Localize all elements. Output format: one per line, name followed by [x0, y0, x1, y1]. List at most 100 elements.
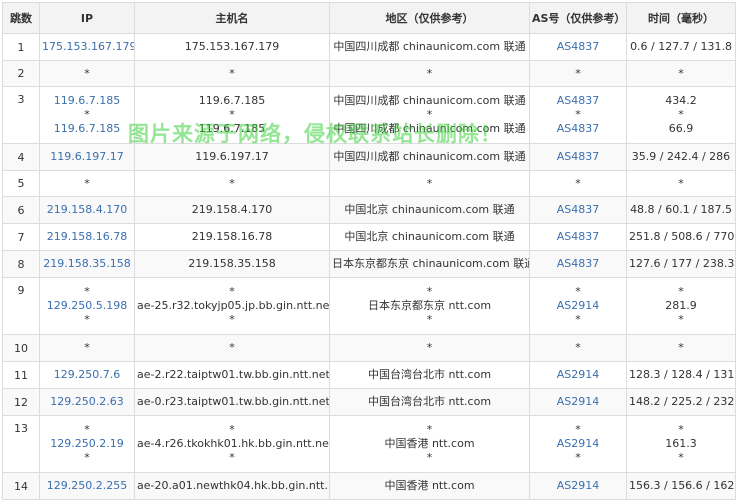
as-cell: * AS2914 *	[529, 415, 627, 473]
ip-cell-value: *	[84, 176, 90, 190]
hop-cell: 14	[2, 472, 40, 500]
region-cell: 日本东京都东京 chinaunicom.com 联通	[329, 250, 530, 278]
as-cell-value[interactable]: AS2914	[532, 479, 624, 493]
ip-cell: *	[39, 334, 135, 362]
region-cell: 中国四川成都 chinaunicom.com 联通	[329, 143, 530, 171]
ip-cell-value[interactable]: 119.6.7.185	[42, 122, 132, 136]
as-cell: AS2914	[529, 361, 627, 389]
hostname-cell-value: *	[229, 108, 235, 121]
ip-cell-value[interactable]: 129.250.2.255	[42, 479, 132, 493]
region-cell: *	[329, 60, 530, 87]
ip-cell-value[interactable]: 219.158.4.170	[42, 203, 132, 217]
header-hostname: 主机名	[134, 2, 330, 34]
as-cell-value[interactable]: AS2914	[532, 395, 624, 409]
as-cell-value[interactable]: AS4837	[532, 150, 624, 164]
region-cell-value: 中国香港 ntt.com	[384, 479, 475, 492]
header-time: 时间（毫秒）	[626, 2, 736, 34]
time-cell-value: *	[678, 341, 684, 354]
as-cell-value[interactable]: AS2914	[532, 437, 624, 451]
region-cell: * 中国香港 ntt.com *	[329, 415, 530, 473]
region-cell-value: 中国四川成都 chinaunicom.com 联通	[333, 122, 526, 135]
as-cell-value[interactable]: AS4837	[532, 40, 624, 54]
table-row: 5 * * * * *	[2, 170, 736, 197]
hostname-cell: 175.153.167.179	[134, 33, 330, 61]
hop-cell: 13	[2, 415, 40, 473]
time-cell: 0.6 / 127.7 / 131.8	[626, 33, 736, 61]
ip-cell-value[interactable]: 129.250.2.63	[42, 395, 132, 409]
as-cell-value: *	[575, 66, 581, 80]
time-cell: *	[626, 334, 736, 362]
as-cell-value[interactable]: AS4837	[532, 203, 624, 217]
hostname-cell: *	[134, 170, 330, 197]
ip-cell: 129.250.2.63	[39, 388, 135, 416]
ip-cell-value: *	[84, 285, 90, 298]
ip-cell-value[interactable]: 175.153.167.179	[42, 40, 134, 54]
ip-cell-value[interactable]: 119.6.7.185	[42, 94, 132, 108]
time-cell-value: 161.3	[665, 437, 697, 450]
hop-cell: 8	[2, 250, 40, 278]
time-cell-value: 0.6 / 127.7 / 131.8	[630, 40, 732, 53]
region-cell: * 日本东京都东京 ntt.com *	[329, 277, 530, 335]
time-cell-value: 156.3 / 156.6 / 162.3	[629, 479, 736, 492]
as-cell-value[interactable]: AS4837	[532, 94, 624, 108]
table-row: 13 * 129.250.2.19 * * ae-4.r26.tkokhk01.hk.bb…	[2, 415, 736, 473]
hostname-cell-value: *	[229, 66, 235, 80]
ip-cell-value[interactable]: 119.6.197.17	[42, 150, 132, 164]
ip-cell-value[interactable]: 129.250.5.198	[42, 299, 132, 313]
region-cell-value: *	[426, 176, 433, 190]
ip-cell-value: *	[84, 66, 90, 80]
as-cell-value: *	[575, 285, 581, 298]
as-cell: *	[529, 170, 627, 197]
as-cell: AS2914	[529, 388, 627, 416]
time-cell: 156.3 / 156.6 / 162.3	[626, 472, 736, 500]
hop-cell: 9	[2, 277, 40, 335]
hostname-cell-value: ae-0.r23.taiptw01.tw.bb.gin.ntt.net	[137, 395, 330, 408]
as-cell-value: *	[575, 108, 581, 121]
ip-cell-value[interactable]: 219.158.35.158	[42, 257, 132, 271]
region-cell: 中国北京 chinaunicom.com 联通	[329, 196, 530, 224]
table-row: 2 * * * * *	[2, 60, 736, 87]
time-cell-value: *	[678, 451, 684, 464]
table-row: 6 219.158.4.170 219.158.4.170 中国北京 chinauni…	[2, 196, 736, 224]
region-cell-value: 中国北京 chinaunicom.com 联通	[344, 230, 515, 243]
hostname-cell-value: ae-20.a01.newthk04.hk.bb.gin.ntt.net	[137, 479, 330, 492]
as-cell-value: *	[575, 423, 581, 436]
time-cell: 128.3 / 128.4 / 131.8	[626, 361, 736, 389]
hostname-cell-value: 219.158.4.170	[191, 203, 273, 216]
ip-cell-value[interactable]: 129.250.2.19	[42, 437, 132, 451]
hostname-cell: *	[134, 334, 330, 362]
region-cell-value: 日本东京都东京 ntt.com	[367, 299, 492, 312]
as-cell: AS4837	[529, 223, 627, 251]
as-cell-value[interactable]: AS4837	[532, 230, 624, 244]
as-cell-value[interactable]: AS4837	[532, 122, 624, 136]
as-cell: AS2914	[529, 472, 627, 500]
region-cell-value: 中国四川成都 chinaunicom.com 联通	[333, 94, 526, 107]
ip-cell-value[interactable]: 129.250.7.6	[42, 368, 132, 382]
time-cell-value: *	[678, 66, 684, 80]
time-cell-value: 128.3 / 128.4 / 131.8	[629, 368, 736, 381]
table-header-row: 跳数 IP 主机名 地区（仅供参考） AS号（仅供参考） 时间（毫秒）	[2, 2, 736, 34]
time-cell-value: 66.9	[668, 122, 694, 135]
hostname-cell-value: ae-4.r26.tkokhk01.hk.bb.gin.ntt.net	[137, 437, 330, 450]
ip-cell-value[interactable]: 219.158.16.78	[42, 230, 132, 244]
as-cell-value: *	[575, 341, 581, 354]
ip-cell: 119.6.197.17	[39, 143, 135, 171]
table-row: 8 219.158.35.158 219.158.35.158 日本东京都东京 chi…	[2, 250, 736, 278]
time-cell: * 161.3 *	[626, 415, 736, 473]
time-cell-value: 148.2 / 225.2 / 232.1	[629, 395, 736, 408]
as-cell-value[interactable]: AS2914	[532, 368, 624, 382]
hop-cell: 11	[2, 361, 40, 389]
as-cell-value[interactable]: AS2914	[532, 299, 624, 313]
as-cell-value[interactable]: AS4837	[532, 257, 624, 271]
time-cell: 434.2 * 66.9	[626, 86, 736, 144]
hostname-cell: ae-20.a01.newthk04.hk.bb.gin.ntt.net	[134, 472, 330, 500]
ip-cell-value: *	[84, 451, 90, 464]
as-cell: *	[529, 60, 627, 87]
time-cell: 35.9 / 242.4 / 286	[626, 143, 736, 171]
header-ip: IP	[39, 2, 135, 34]
table-row: 1 175.153.167.179 175.153.167.179 中国四川成都 ch…	[2, 33, 736, 61]
hostname-cell: 119.6.7.185 * 119.6.7.185	[134, 86, 330, 144]
hostname-cell: * ae-4.r26.tkokhk01.hk.bb.gin.ntt.net *	[134, 415, 330, 473]
as-cell: AS4837	[529, 33, 627, 61]
region-cell-value: *	[426, 341, 433, 354]
